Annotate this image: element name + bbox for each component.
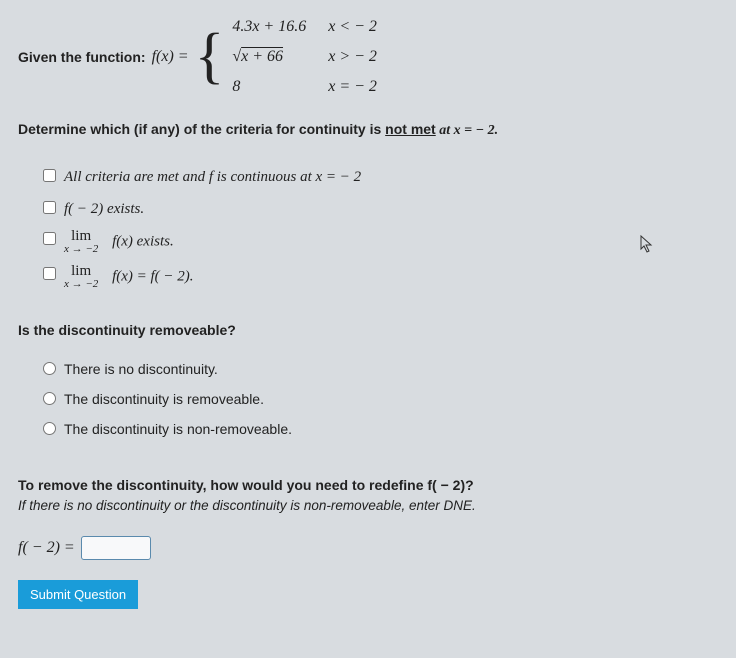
redefine-question: To remove the discontinuity, how would y… — [18, 475, 718, 496]
removable-label-2: The discontinuity is removeable. — [64, 389, 264, 410]
removable-question: Is the discontinuity removeable? — [18, 320, 718, 341]
criteria-label-1: All criteria are met and f is continuous… — [64, 166, 361, 189]
removable-options: There is no discontinuity. The discontin… — [43, 359, 718, 440]
fx-equals: f(x) = — [152, 45, 189, 69]
criteria-checkbox-4[interactable] — [43, 267, 56, 280]
removable-radio-2[interactable] — [43, 392, 56, 405]
removable-label-1: There is no discontinuity. — [64, 359, 218, 380]
case2-cond: x > − 2 — [328, 45, 377, 69]
removable-radio-3[interactable] — [43, 422, 56, 435]
case3-expr: 8 — [232, 75, 306, 99]
answer-input[interactable] — [81, 536, 151, 560]
case3-cond: x = − 2 — [328, 75, 377, 99]
criteria-checkbox-2[interactable] — [43, 201, 56, 214]
piecewise-function: { 4.3x + 16.6 x < − 2 √x + 66 x > − 2 8 … — [195, 15, 377, 99]
criteria-checkbox-3[interactable] — [43, 232, 56, 245]
redefine-hint: If there is no discontinuity or the disc… — [18, 496, 718, 516]
case1-expr: 4.3x + 16.6 — [232, 15, 306, 39]
criteria-options: All criteria are met and f is continuous… — [43, 166, 718, 290]
submit-button[interactable]: Submit Question — [18, 580, 138, 609]
given-label: Given the function: — [18, 47, 146, 68]
criteria-label-2: f( − 2) exists. — [64, 198, 144, 221]
cursor-icon — [640, 235, 654, 261]
criteria-label-3: limx → −2 f(x) exists. — [64, 229, 174, 255]
criteria-checkbox-1[interactable] — [43, 169, 56, 182]
criteria-label-4: limx → −2 f(x) = f( − 2). — [64, 264, 194, 290]
removable-radio-1[interactable] — [43, 362, 56, 375]
answer-label: f( − 2) = — [18, 536, 75, 560]
case1-cond: x < − 2 — [328, 15, 377, 39]
removable-label-3: The discontinuity is non-removeable. — [64, 419, 292, 440]
case2-expr: √x + 66 — [232, 45, 306, 69]
continuity-question: Determine which (if any) of the criteria… — [18, 119, 718, 141]
left-brace-icon: { — [195, 29, 225, 85]
